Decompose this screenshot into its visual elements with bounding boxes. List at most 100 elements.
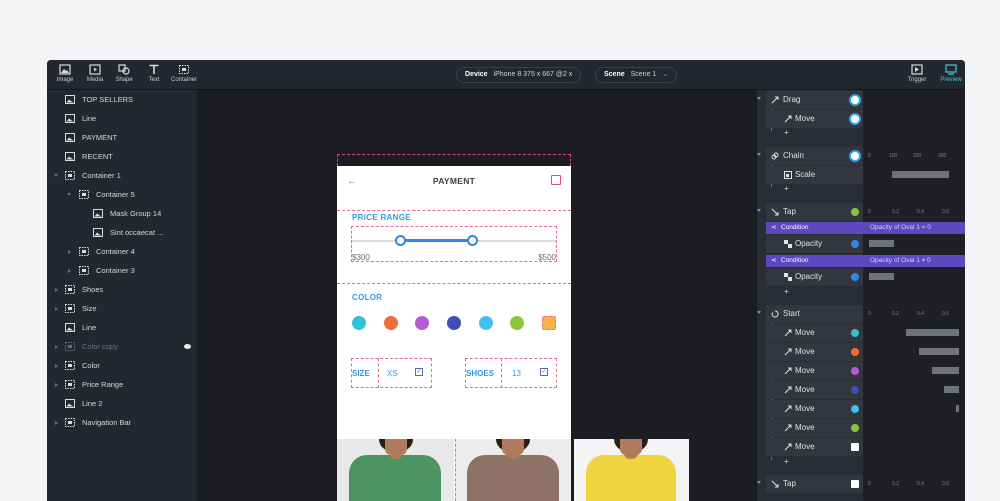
price-slider-min-handle[interactable] [395, 235, 406, 246]
collapse-caret-icon[interactable] [757, 209, 761, 212]
collapse-arrow-icon[interactable] [55, 364, 58, 368]
collapse-caret-icon[interactable] [757, 481, 761, 484]
layer-item[interactable]: Size [47, 300, 197, 318]
product-image-yellow-tee[interactable] [574, 439, 689, 501]
layer-label: Container 4 [96, 247, 135, 256]
collapse-caret-icon[interactable] [757, 153, 761, 156]
layer-item[interactable]: Line [47, 319, 197, 337]
tool-shape[interactable]: Shape [109, 64, 139, 83]
timeline-bar[interactable] [956, 405, 959, 412]
response-move[interactable]: Move [766, 381, 863, 399]
color-swatch-indigo[interactable] [447, 316, 461, 330]
product-image-green-tee[interactable] [337, 439, 454, 501]
collapse-arrow-icon[interactable] [68, 269, 71, 273]
response-move-label: Move [795, 347, 815, 356]
price-slider-max-handle[interactable] [467, 235, 478, 246]
response-move[interactable]: Move [766, 324, 863, 342]
trigger-chain-label: Chain [783, 151, 804, 160]
color-swatch-teal[interactable] [352, 316, 366, 330]
collapse-arrow-icon[interactable] [68, 250, 71, 254]
response-move[interactable]: Move [766, 343, 863, 361]
layer-item[interactable]: Container 3 [47, 262, 197, 280]
trigger-tap[interactable]: Tap [766, 203, 863, 221]
expand-arrow-icon[interactable] [67, 193, 71, 196]
timeline-bar[interactable] [919, 348, 959, 355]
collapse-caret-icon[interactable] [757, 97, 761, 100]
trigger-chain[interactable]: Chain [766, 147, 863, 165]
condition-row[interactable]: ⋖ Condition Opacity of Oval 1 ≠ 0 [766, 255, 965, 267]
response-move[interactable]: Move [766, 438, 863, 456]
collapse-arrow-icon[interactable] [55, 307, 58, 311]
response-move[interactable]: Move [766, 400, 863, 418]
timeline-bar[interactable] [944, 386, 959, 393]
response-opacity[interactable]: Opacity [766, 268, 863, 286]
color-swatch-green[interactable] [510, 316, 524, 330]
response-scale[interactable]: Scale [766, 166, 863, 184]
color-swatch-purple[interactable] [415, 316, 429, 330]
timeline-bar[interactable] [869, 273, 894, 280]
layer-item-hidden[interactable]: Color copy [47, 338, 197, 356]
price-max-label: $500 [538, 253, 556, 262]
tool-trigger[interactable]: Trigger [902, 64, 932, 83]
layer-item[interactable]: Line 2 [47, 395, 197, 413]
add-response-button[interactable]: + [784, 287, 789, 296]
price-range-label: PRICE RANGE [352, 213, 411, 222]
timeline-bar[interactable] [906, 329, 959, 336]
status-bar-placeholder[interactable] [337, 154, 571, 166]
add-response-button[interactable]: + [784, 184, 789, 193]
layer-item[interactable]: Line [47, 110, 197, 128]
color-swatch-amber[interactable] [542, 316, 556, 330]
price-slider-track[interactable] [352, 239, 556, 242]
visibility-eye-icon[interactable] [184, 344, 191, 349]
shoes-checkbox-icon[interactable]: ✓ [540, 368, 548, 376]
layer-item[interactable]: Container 5 [47, 186, 197, 204]
collapse-arrow-icon[interactable] [55, 345, 58, 349]
layer-item[interactable]: Price Range [47, 376, 197, 394]
tool-container[interactable]: Container [169, 64, 199, 83]
layer-item[interactable]: RECENT [47, 148, 197, 166]
collapse-arrow-icon[interactable] [55, 383, 58, 387]
condition-row[interactable]: ⋖ Condition Opacity of Oval 1 = 0 [766, 222, 965, 234]
layer-item[interactable]: Navigation Bar [47, 414, 197, 432]
collapse-arrow-icon[interactable] [55, 421, 58, 425]
response-move-label: Move [795, 423, 815, 432]
layer-item[interactable]: Shoes [47, 281, 197, 299]
layer-item[interactable]: Container 4 [47, 243, 197, 261]
add-response-button[interactable]: + [784, 128, 789, 137]
app-window: Image Media Shape Text Container Device i… [47, 60, 965, 501]
collapse-arrow-icon[interactable] [55, 288, 58, 292]
size-checkbox-icon[interactable]: ✓ [415, 368, 423, 376]
response-opacity[interactable]: Opacity [766, 235, 863, 253]
response-move[interactable]: Move [766, 419, 863, 437]
timeline-bar[interactable] [892, 171, 949, 178]
collapse-caret-icon[interactable] [757, 311, 761, 314]
timeline-bar[interactable] [932, 367, 959, 374]
checkbox-icon[interactable] [551, 175, 561, 185]
device-selector[interactable]: Device iPhone 8 375 x 667 @2 x [456, 67, 582, 83]
layer-item[interactable]: TOP SELLERS [47, 91, 197, 109]
layer-item[interactable]: Container 1 [47, 167, 197, 185]
layer-item[interactable]: Color [47, 357, 197, 375]
add-response-button[interactable]: + [784, 457, 789, 466]
design-canvas[interactable]: ← PAYMENT PRICE RANGE $300 $500 COLOR SI… [197, 90, 757, 501]
product-image-brown-tee[interactable] [455, 439, 571, 501]
response-move[interactable]: Move [766, 362, 863, 380]
response-move[interactable]: Move [766, 110, 863, 128]
tool-shape-label: Shape [115, 77, 133, 83]
container-icon [79, 247, 89, 256]
timeline-bar[interactable] [869, 240, 894, 247]
trigger-drag[interactable]: Drag [766, 91, 863, 109]
tool-media[interactable]: Media [80, 64, 110, 83]
tool-text[interactable]: Text [139, 64, 169, 83]
layer-item[interactable]: Mask Group 14 [47, 205, 197, 223]
expand-arrow-icon[interactable] [54, 174, 58, 177]
trigger-start[interactable]: Start [766, 305, 863, 323]
color-swatch-sky[interactable] [479, 316, 493, 330]
layer-item[interactable]: Sint occaecat ... [47, 224, 197, 242]
tool-image[interactable]: Image [50, 64, 80, 83]
tool-preview[interactable]: Preview [936, 64, 965, 83]
scene-selector[interactable]: Scene Scene 1 ⌄ [595, 67, 678, 83]
trigger-tap[interactable]: Tap [766, 475, 863, 493]
color-swatch-orange[interactable] [384, 316, 398, 330]
layer-item[interactable]: PAYMENT [47, 129, 197, 147]
